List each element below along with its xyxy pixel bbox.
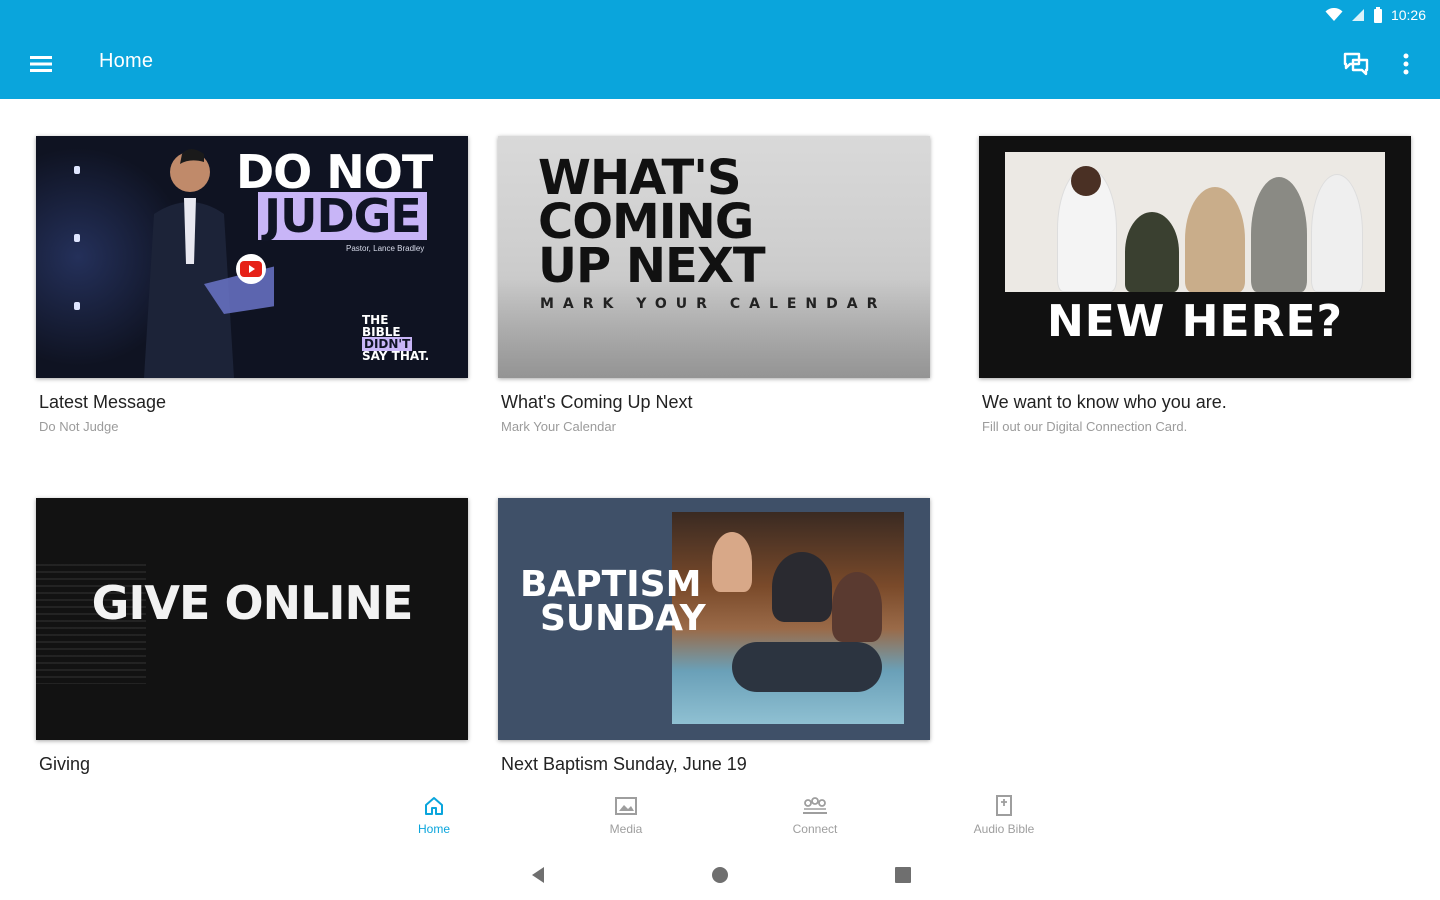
stage-light <box>74 166 80 174</box>
photo-person-head <box>1071 166 1101 196</box>
thumb-headline: NEW HERE? <box>1046 296 1344 347</box>
nav-item-connect[interactable]: Connect <box>765 792 865 844</box>
thumb-tagline: MARK YOUR CALENDAR <box>540 296 887 312</box>
nav-label: Audio Bible <box>973 822 1035 836</box>
card-thumbnail-whats-coming[interactable]: WHAT'S COMING UP NEXT MARK YOUR CALENDAR <box>498 136 930 378</box>
series-logo-line: SAY THAT. <box>362 349 430 363</box>
status-time: 10:26 <box>1390 7 1426 23</box>
card-giving[interactable]: GIVE ONLINE Giving <box>36 498 468 781</box>
thumb-headline-line2: JUDGE <box>258 192 427 240</box>
group-photo <box>1005 152 1385 292</box>
chat-bubbles-icon[interactable] <box>1340 48 1372 80</box>
series-logo: THE BIBLE DIDN'T SAY THAT. <box>362 314 429 362</box>
thumb-headline: BAPTISM SUNDAY <box>520 564 706 639</box>
thumb-headline-line: SUNDAY <box>540 598 706 639</box>
recents-square-icon[interactable] <box>890 862 916 888</box>
photo-person <box>1251 177 1307 292</box>
audio-bible-icon <box>954 792 1054 820</box>
stage-light <box>74 302 80 310</box>
photo-person <box>772 552 832 622</box>
nav-item-media[interactable]: Media <box>576 792 676 844</box>
card-thumbnail-baptism-sunday[interactable]: BAPTISM SUNDAY <box>498 498 930 740</box>
card-next-baptism[interactable]: BAPTISM SUNDAY Next Baptism Sunday, June… <box>498 498 930 781</box>
hamburger-menu-icon[interactable] <box>22 50 60 78</box>
more-vert-icon[interactable] <box>1392 48 1420 80</box>
card-title: What's Coming Up Next <box>501 392 693 412</box>
baptism-photo <box>672 512 904 724</box>
nav-item-audio-bible[interactable]: Audio Bible <box>954 792 1054 844</box>
photo-person <box>732 642 882 692</box>
card-subtitle: Mark Your Calendar <box>501 419 616 434</box>
home-circle-icon[interactable] <box>707 862 733 888</box>
card-subtitle: Do Not Judge <box>39 419 119 434</box>
card-thumbnail-new-here[interactable]: NEW HERE? <box>979 136 1411 378</box>
photo-person <box>712 532 752 592</box>
card-title: Next Baptism Sunday, June 19 <box>501 754 747 774</box>
photo-person <box>1125 212 1179 292</box>
cell-signal-icon <box>1351 9 1364 21</box>
photo-person <box>832 572 882 642</box>
nav-label: Media <box>609 822 643 836</box>
photo-person <box>1185 187 1245 292</box>
connect-icon <box>765 792 865 820</box>
wifi-icon <box>1325 8 1343 21</box>
status-bar: 10:26 <box>1325 4 1426 26</box>
thumb-headline-line1: DO NOT <box>236 145 433 199</box>
card-new-here[interactable]: NEW HERE? We want to know who you are. F… <box>979 136 1411 434</box>
nav-label: Home <box>417 822 450 836</box>
nav-item-home[interactable]: Home <box>384 792 484 844</box>
home-icon <box>384 792 484 820</box>
card-title: Latest Message <box>39 392 167 412</box>
card-latest-message[interactable]: DO NOT JUDGE Pastor, Lance Bradley THE B… <box>36 136 468 434</box>
card-whats-coming-up-next[interactable]: WHAT'S COMING UP NEXT MARK YOUR CALENDAR… <box>498 136 930 434</box>
battery-icon <box>1373 7 1382 23</box>
card-thumbnail-do-not-judge[interactable]: DO NOT JUDGE Pastor, Lance Bradley THE B… <box>36 136 468 378</box>
content-grid: DO NOT JUDGE Pastor, Lance Bradley THE B… <box>0 99 1440 784</box>
thumb-headline-line: UP NEXT <box>538 238 766 294</box>
thumb-headline: GIVE ONLINE <box>91 576 414 630</box>
card-title: Giving <box>39 754 91 774</box>
system-navigation-bar <box>0 850 1440 900</box>
card-title: We want to know who you are. <box>982 392 1227 412</box>
thumb-headline: WHAT'S COMING UP NEXT <box>538 154 766 294</box>
nav-label: Connect <box>792 822 838 836</box>
app-bar: 10:26 Home <box>0 0 1440 99</box>
youtube-play-icon[interactable] <box>236 254 266 284</box>
photo-person <box>1311 174 1363 292</box>
card-thumbnail-give-online[interactable]: GIVE ONLINE <box>36 498 468 740</box>
thumb-headline-line: BAPTISM <box>520 564 702 605</box>
page-title: Home <box>99 50 154 72</box>
toolbar: Home <box>0 28 1440 98</box>
thumb-byline: Pastor, Lance Bradley <box>346 244 425 253</box>
card-subtitle: Fill out our Digital Connection Card. <box>982 419 1188 434</box>
back-icon[interactable] <box>525 862 551 888</box>
bottom-navigation: Home Media Connect Audio Bible <box>0 784 1440 850</box>
stage-light <box>74 234 80 242</box>
media-icon <box>576 792 676 820</box>
